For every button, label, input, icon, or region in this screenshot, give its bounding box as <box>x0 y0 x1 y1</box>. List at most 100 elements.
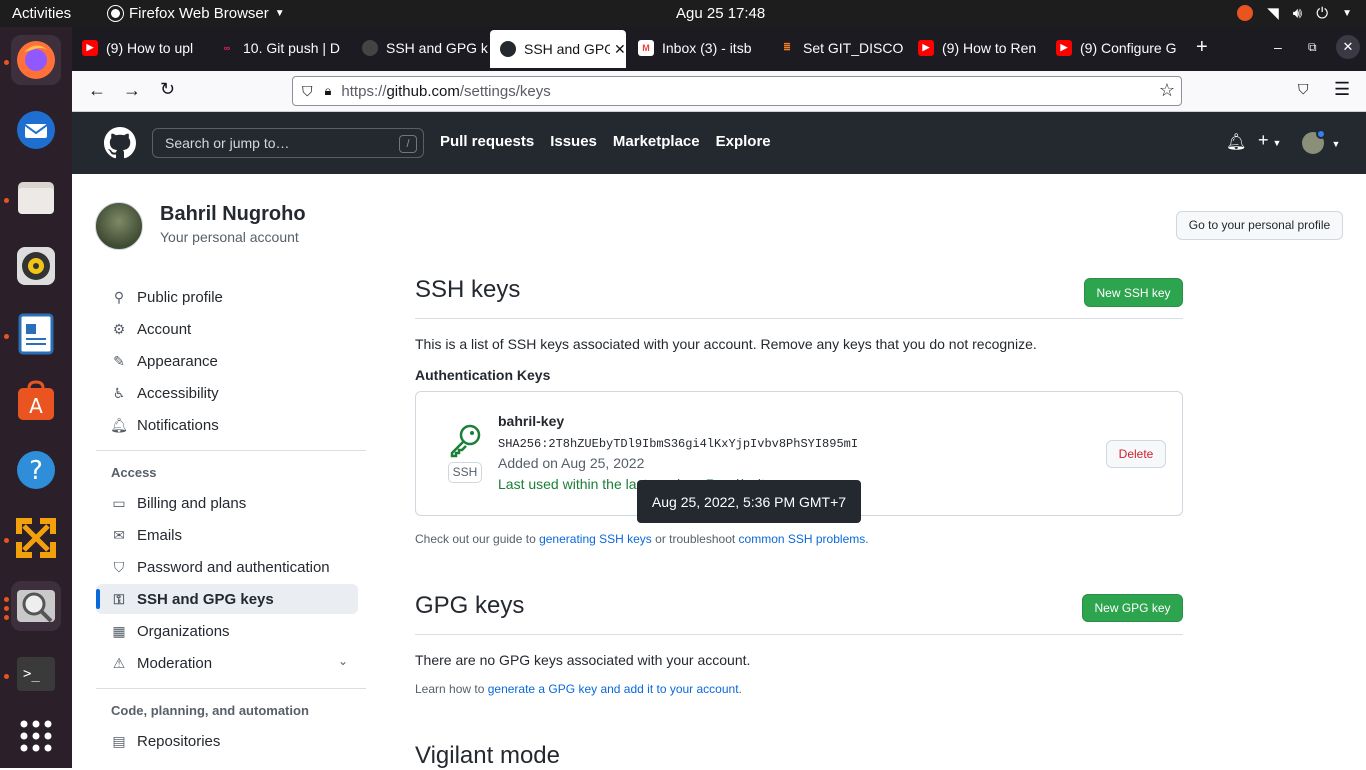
create-new-button[interactable]: + ▼ <box>1258 130 1281 151</box>
sidebar-item-billing[interactable]: ▭ Billing and plans <box>96 488 358 518</box>
writer-icon[interactable] <box>11 309 61 359</box>
shield-icon[interactable]: ⛉ <box>302 83 313 100</box>
authentication-keys-heading: Authentication Keys <box>415 367 551 383</box>
activities-button[interactable]: Activities <box>12 5 71 22</box>
sidebar-item-label: Account <box>137 320 192 338</box>
tab-inbox[interactable]: M Inbox (3) - itsb <box>628 27 764 68</box>
sidebar-item-moderation[interactable]: ⚠ Moderation ⌄ <box>96 648 358 678</box>
profile-subtitle: Your personal account <box>160 229 299 245</box>
show-apps-icon[interactable] <box>11 711 61 761</box>
back-icon[interactable]: ← <box>88 80 106 101</box>
learn-suffix: . <box>738 682 742 696</box>
paintbrush-icon: ✎ <box>113 352 125 369</box>
chevron-down-icon: ▼ <box>1331 139 1341 150</box>
sidebar-item-emails[interactable]: ✉ Emails <box>96 520 358 550</box>
minimize-icon[interactable]: – <box>1274 39 1282 55</box>
settings-page: Bahril Nugroho Your personal account Go … <box>72 174 1366 769</box>
thunderbird-icon[interactable] <box>11 105 61 155</box>
common-ssh-problems-link[interactable]: common SSH problems <box>739 532 866 546</box>
restore-icon[interactable]: ⧉ <box>1308 40 1317 55</box>
avatar-menu[interactable]: ▼ <box>1302 129 1341 154</box>
terminal-icon[interactable]: >_ <box>11 649 61 699</box>
profile-name[interactable]: Bahril Nugroho <box>160 203 306 226</box>
sidebar-item-password[interactable]: ⛉ Password and authentication <box>96 552 358 582</box>
sidebar-item-account[interactable]: ⚙ Account <box>96 314 358 344</box>
wifi-icon: ◥ <box>1267 5 1279 22</box>
close-window-icon[interactable]: ✕ <box>1336 35 1360 59</box>
nav-issues[interactable]: Issues <box>550 133 597 150</box>
ssh-key-name: bahril-key <box>498 413 565 429</box>
tab-ssh-gpg-1[interactable]: SSH and GPG k <box>352 27 488 68</box>
firefox-dock-icon[interactable] <box>11 35 61 85</box>
nav-pull-requests[interactable]: Pull requests <box>440 133 534 150</box>
menu-icon[interactable]: ☰ <box>1334 79 1350 100</box>
sidebar-item-notifications[interactable]: 🔔︎ Notifications <box>96 410 358 440</box>
tab-git-push[interactable]: ∞ 10. Git push | D <box>209 27 349 68</box>
bookmark-star-icon[interactable]: ☆ <box>1159 80 1175 101</box>
tab-label: SSH and GPG <box>524 41 610 57</box>
sidebar-section-access: Access <box>111 465 157 480</box>
app-menu[interactable]: Firefox Web Browser ▼ <box>108 5 285 22</box>
svg-text:A: A <box>29 394 43 418</box>
files-icon[interactable] <box>11 173 61 223</box>
tab-youtube-configure[interactable]: ▶ (9) Configure G <box>1046 27 1182 68</box>
ssh-key-added-date: Added on Aug 25, 2022 <box>498 455 645 471</box>
clock[interactable]: Agu 25 17:48 <box>676 5 765 22</box>
search-input[interactable]: Search or jump to… / <box>152 128 424 158</box>
url-domain: github.com <box>386 82 460 100</box>
reload-icon[interactable]: ↻ <box>160 79 175 100</box>
credit-card-icon: ▭ <box>112 494 126 511</box>
forward-icon[interactable]: → <box>123 80 141 101</box>
sidebar-item-repositories[interactable]: ▤ Repositories <box>96 726 358 756</box>
nav-marketplace[interactable]: Marketplace <box>613 133 700 150</box>
remote-desktop-icon[interactable] <box>11 513 61 563</box>
screenshot-tool-icon[interactable] <box>11 581 61 631</box>
chevron-down-icon: ⌄ <box>337 654 348 668</box>
new-ssh-key-button[interactable]: New SSH key <box>1084 278 1183 307</box>
pocket-icon[interactable]: ⛉ <box>1298 81 1309 98</box>
volume-icon: 🔊︎ <box>1292 4 1303 22</box>
profile-avatar[interactable] <box>95 202 143 250</box>
software-center-icon[interactable]: A <box>11 377 61 427</box>
close-tab-icon[interactable]: ✕ <box>614 41 626 58</box>
lock-icon[interactable]: 🔒︎ <box>325 83 332 99</box>
sidebar-item-public-profile[interactable]: ⚲ Public profile <box>96 282 358 312</box>
sidebar-item-label: Notifications <box>137 416 219 434</box>
tab-label: (9) How to Ren <box>942 39 1037 56</box>
go-to-profile-button[interactable]: Go to your personal profile <box>1176 211 1343 240</box>
sidebar-item-ssh-gpg[interactable]: ⚿ SSH and GPG keys <box>96 584 358 614</box>
github-logo-icon[interactable] <box>104 127 136 164</box>
ssh-guide-text: Check out our guide to generating SSH ke… <box>415 532 869 546</box>
sidebar-item-organizations[interactable]: ▦ Organizations <box>96 616 358 646</box>
sidebar-item-accessibility[interactable]: ♿︎ Accessibility <box>96 378 358 408</box>
tab-ssh-gpg-active[interactable]: SSH and GPG ✕ <box>490 30 626 68</box>
tab-youtube-rename[interactable]: ▶ (9) How to Ren <box>908 27 1044 68</box>
tab-label: SSH and GPG k <box>386 39 488 56</box>
firefox-icon <box>108 6 123 21</box>
running-indicator <box>4 60 9 65</box>
organization-icon: ▦ <box>112 622 126 639</box>
tab-stackoverflow[interactable]: ≣ Set GIT_DISCO <box>769 27 905 68</box>
generate-gpg-key-link[interactable]: generate a GPG key and add it to your ac… <box>488 682 739 696</box>
new-gpg-key-button[interactable]: New GPG key <box>1082 594 1183 622</box>
global-nav: Pull requests Issues Marketplace Explore <box>440 133 771 150</box>
new-tab-icon[interactable]: + <box>1196 36 1208 59</box>
tab-youtube-upload[interactable]: ▶ (9) How to upl <box>72 27 208 68</box>
dock: A ? >_ <box>0 27 72 768</box>
delete-ssh-key-button[interactable]: Delete <box>1106 440 1166 468</box>
help-icon[interactable]: ? <box>11 445 61 495</box>
sidebar-divider <box>96 450 366 451</box>
rhythmbox-icon[interactable] <box>11 241 61 291</box>
youtube-icon: ▶ <box>82 39 98 56</box>
svg-text:>_: >_ <box>23 666 40 682</box>
generating-ssh-keys-link[interactable]: generating SSH keys <box>539 532 652 546</box>
chevron-down-icon: ▼ <box>1342 7 1352 19</box>
sidebar-item-appearance[interactable]: ✎ Appearance <box>96 346 358 376</box>
running-indicator <box>4 597 9 602</box>
learn-prefix: Learn how to <box>415 682 488 696</box>
running-indicator <box>4 615 9 620</box>
nav-explore[interactable]: Explore <box>716 133 771 150</box>
url-bar[interactable]: ⛉ 🔒︎ https://github.com/settings/keys ☆ <box>292 76 1182 106</box>
system-tray[interactable]: ◥ 🔊︎ ⏻ ▼ <box>1237 4 1352 22</box>
bell-icon[interactable]: 🔔︎ <box>1226 132 1246 152</box>
